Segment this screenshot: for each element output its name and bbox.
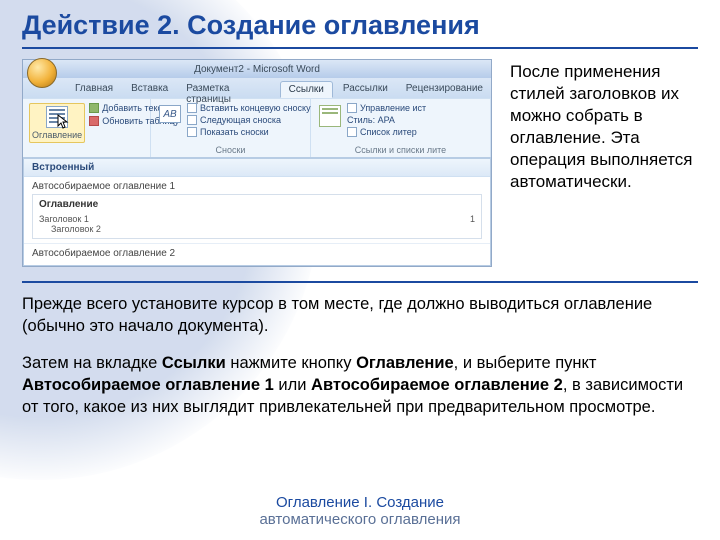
- tab-mailings[interactable]: Рассылки: [335, 81, 396, 98]
- toc-gallery: Встроенный Автособираемое оглавление 1 О…: [23, 158, 491, 266]
- manage-sources-button[interactable]: Управление ист: [347, 103, 426, 113]
- caption-text: После применения стилей заголовков их мо…: [510, 59, 698, 267]
- cursor-icon: [57, 114, 69, 130]
- window-titlebar: Документ2 - Microsoft Word: [23, 60, 491, 78]
- gallery-item-1[interactable]: Автособираемое оглавление 1 Оглавление З…: [24, 177, 490, 244]
- top-row: Документ2 - Microsoft Word Главная Встав…: [22, 59, 698, 267]
- office-orb-icon[interactable]: [27, 58, 57, 88]
- slide-footer: Оглавление I. Создание автоматического о…: [0, 494, 720, 528]
- style-dropdown[interactable]: Стиль: APA: [347, 115, 426, 125]
- insert-endnote-button[interactable]: Вставить концевую сноску: [187, 103, 311, 113]
- preview-heading: Оглавление: [39, 199, 475, 210]
- paragraph-2: Затем на вкладке Ссылки нажмите кнопку О…: [22, 352, 698, 419]
- tab-home[interactable]: Главная: [67, 81, 121, 98]
- tab-review[interactable]: Рецензирование: [398, 81, 491, 98]
- ribbon: Оглавление Добавить текст Обновить табли…: [23, 98, 491, 158]
- preview-row-2: Заголовок 2: [39, 224, 475, 234]
- group-footnotes-label: Сноски: [157, 145, 304, 155]
- show-notes-button[interactable]: Показать сноски: [187, 127, 311, 137]
- slide-title: Действие 2. Создание оглавления: [22, 10, 698, 41]
- gallery-item-2-label: Автособираемое оглавление 2: [32, 248, 482, 259]
- gallery-header: Встроенный: [24, 159, 490, 177]
- divider-mid: [22, 281, 698, 283]
- divider-top: [22, 47, 698, 49]
- gallery-item-1-preview: Оглавление Заголовок 1 1 Заголовок 2: [32, 194, 482, 239]
- group-toc: Оглавление Добавить текст Обновить табли…: [23, 99, 151, 157]
- next-footnote-button[interactable]: Следующая сноска: [187, 115, 311, 125]
- citation-icon: [319, 105, 341, 127]
- tab-references[interactable]: Ссылки: [280, 81, 333, 98]
- citation-side: Управление ист Стиль: APA Список литер: [347, 103, 426, 137]
- screenshot-wrapper: Документ2 - Microsoft Word Главная Встав…: [22, 59, 492, 267]
- gallery-item-1-label: Автособираемое оглавление 1: [32, 181, 482, 192]
- word-window: Документ2 - Microsoft Word Главная Встав…: [22, 59, 492, 267]
- insert-citation-button[interactable]: [317, 103, 343, 129]
- toc-button-label: Оглавление: [32, 130, 82, 140]
- group-footnotes: AB Вставить концевую сноску Следующая сн…: [151, 99, 311, 157]
- insert-footnote-button[interactable]: AB: [157, 103, 183, 125]
- tab-page-layout[interactable]: Разметка страницы: [178, 81, 277, 98]
- gallery-item-2[interactable]: Автособираемое оглавление 2: [24, 244, 490, 265]
- footnote-side: Вставить концевую сноску Следующая сноск…: [187, 103, 311, 137]
- footer-line-2: автоматического оглавления: [0, 511, 720, 528]
- tab-insert[interactable]: Вставка: [123, 81, 176, 98]
- ab-icon: AB: [159, 105, 181, 123]
- window-title: Документ2 - Microsoft Word: [194, 64, 320, 75]
- paragraph-1: Прежде всего установите курсор в том мес…: [22, 293, 698, 338]
- footer-line-1: Оглавление I. Создание: [0, 494, 720, 511]
- slide: Действие 2. Создание оглавления Документ…: [0, 0, 720, 418]
- group-citations: Управление ист Стиль: APA Список литер С…: [311, 99, 491, 157]
- preview-row-1: Заголовок 1 1: [39, 214, 475, 224]
- ribbon-tabs: Главная Вставка Разметка страницы Ссылки…: [23, 78, 491, 98]
- bibliography-button[interactable]: Список литер: [347, 127, 426, 137]
- group-citations-label: Ссылки и списки лите: [317, 145, 484, 155]
